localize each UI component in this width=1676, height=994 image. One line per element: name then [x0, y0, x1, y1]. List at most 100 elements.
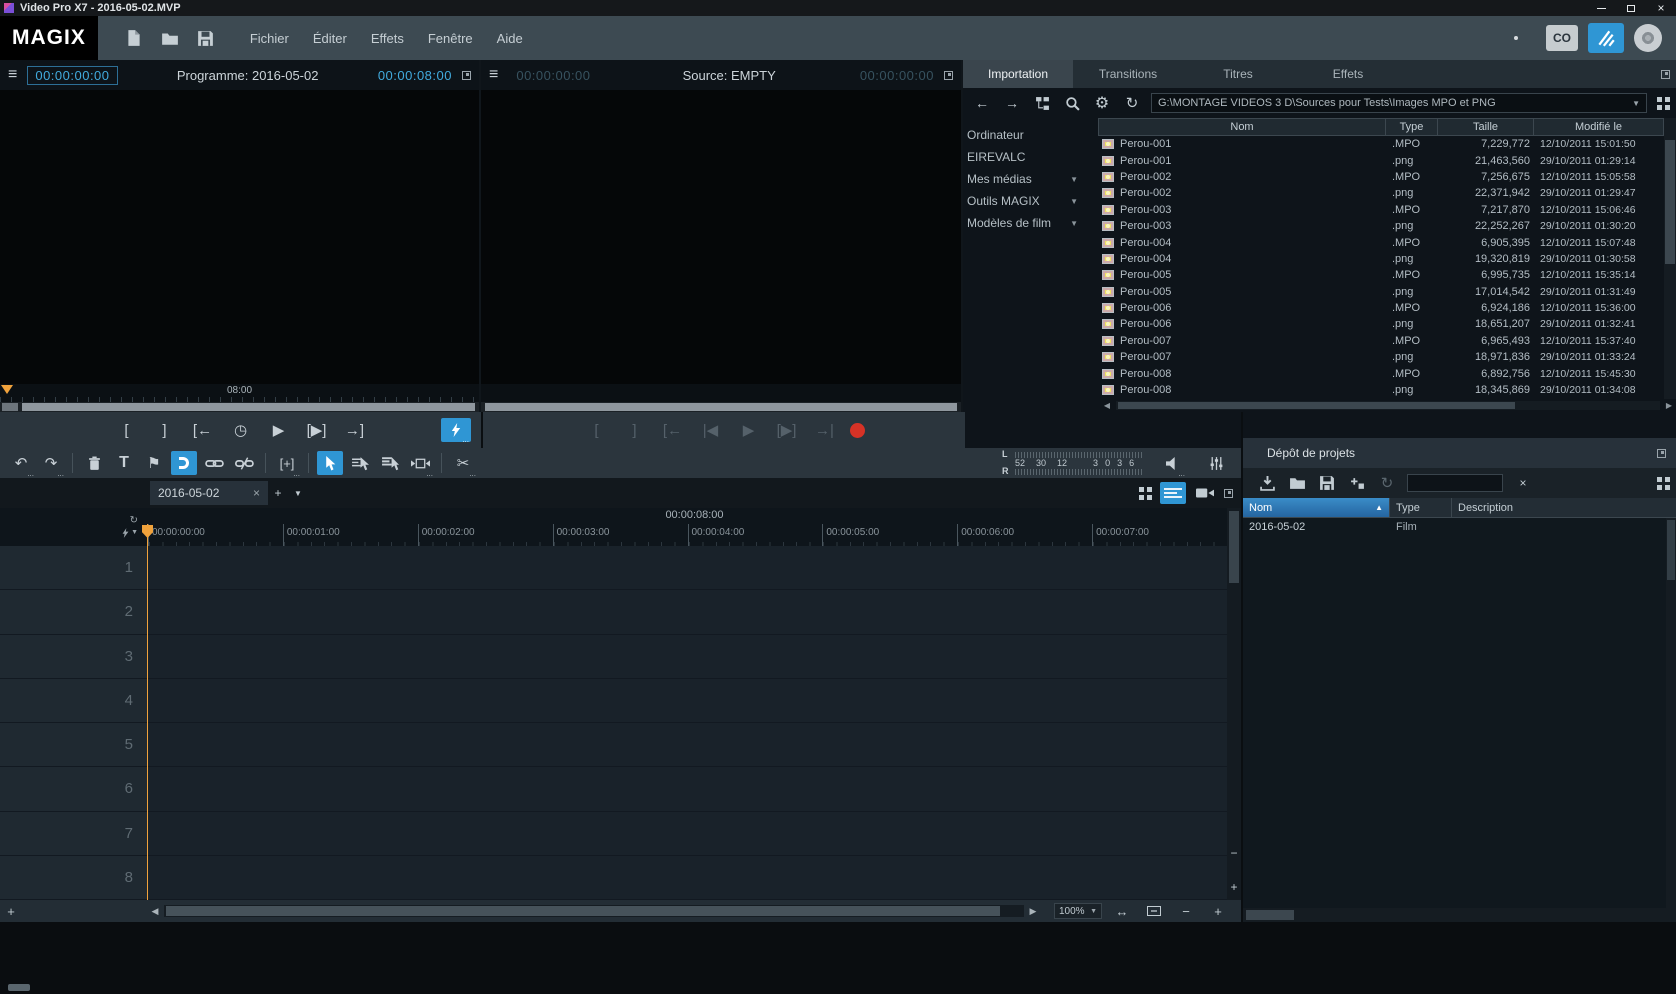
forward-button[interactable]: →: [1001, 93, 1023, 113]
menu-item[interactable]: Aide: [485, 25, 535, 52]
ungroup-button[interactable]: [231, 451, 257, 475]
file-row[interactable]: Perou-003 .MPO 7,217,870 12/10/2011 15:0…: [1098, 202, 1664, 218]
media-pool-panel-icon[interactable]: [1661, 70, 1670, 79]
path-dropdown[interactable]: G:\MONTAGE VIDEOS 3 D\Sources pour Tests…: [1151, 93, 1647, 113]
menu-item[interactable]: Fichier: [238, 25, 301, 52]
delete-button[interactable]: [81, 451, 107, 475]
file-list-vscrollbar[interactable]: [1664, 118, 1676, 399]
depot-display-options-icon[interactable]: [1657, 477, 1662, 482]
jump-to-end-button[interactable]: →]: [342, 418, 368, 442]
record-button[interactable]: [850, 423, 865, 438]
sidebar-item[interactable]: Mes médias ▼: [963, 168, 1098, 190]
storyboard-view-button[interactable]: [1196, 487, 1214, 499]
range-loop-icon[interactable]: ↻: [130, 516, 138, 526]
depot-clear-search-button[interactable]: ×: [1513, 472, 1533, 494]
mouse-mode-track-button[interactable]: [377, 451, 403, 475]
track-row[interactable]: 3: [0, 635, 1241, 679]
sidebar-item[interactable]: EIREVALC: [963, 146, 1098, 168]
track-number[interactable]: 5: [0, 723, 148, 766]
track-row[interactable]: 5: [0, 723, 1241, 767]
track-lane[interactable]: [148, 546, 1241, 589]
display-options-icon[interactable]: [1657, 97, 1662, 102]
track-number[interactable]: 1: [0, 546, 148, 589]
depot-add-project-button[interactable]: [1347, 472, 1367, 494]
track-number[interactable]: 2: [0, 590, 148, 633]
options-button[interactable]: ⚙: [1091, 93, 1113, 113]
volume-button[interactable]: [1159, 451, 1185, 475]
file-row[interactable]: Perou-005 .png 17,014,542 29/10/2011 01:…: [1098, 284, 1664, 300]
file-row[interactable]: Perou-006 .MPO 6,924,186 12/10/2011 15:3…: [1098, 300, 1664, 316]
jump-to-start-button[interactable]: [←: [190, 418, 216, 442]
refresh-button[interactable]: ↻: [1121, 93, 1143, 113]
column-header-taille[interactable]: Taille: [1438, 119, 1534, 135]
title-editor-button[interactable]: T: [111, 451, 137, 475]
ruler-scale[interactable]: 00:00:00:0000:00:01:0000:00:02:0000:00:0…: [148, 524, 1227, 546]
timeline-ruler[interactable]: ↻ ▼ 00:00:08:00 00:00:00:0000:00:01:0000…: [0, 508, 1241, 546]
timeline-hscrollbar[interactable]: ◀ ▶: [148, 905, 1040, 917]
track-lane[interactable]: [148, 590, 1241, 633]
depot-open-button[interactable]: [1287, 472, 1307, 494]
program-timecode[interactable]: 00:00:00:00: [27, 66, 117, 85]
program-hscroll-block[interactable]: [2, 403, 18, 411]
track-lane[interactable]: [148, 856, 1241, 899]
file-row[interactable]: Perou-001 .MPO 7,229,772 12/10/2011 15:0…: [1098, 136, 1664, 152]
depot-hscroll-thumb[interactable]: [1246, 910, 1294, 920]
back-button[interactable]: ←: [971, 93, 993, 113]
depot-panel-icon[interactable]: [1657, 449, 1666, 458]
file-row[interactable]: Perou-008 .MPO 6,892,756 12/10/2011 15:4…: [1098, 365, 1664, 381]
ruler-tick[interactable]: 00:00:03:00: [553, 524, 688, 546]
minimize-button[interactable]: [1586, 0, 1616, 16]
source-menu-icon[interactable]: ≡: [489, 66, 498, 84]
playhead-line[interactable]: [147, 524, 148, 900]
track-number[interactable]: 8: [0, 856, 148, 899]
tab-titres[interactable]: Titres: [1183, 60, 1293, 88]
add-track-button[interactable]: +: [2, 902, 20, 920]
close-tab-icon[interactable]: ×: [253, 486, 260, 500]
co-mode-button[interactable]: CO: [1546, 25, 1578, 51]
split-button[interactable]: ✂: [450, 451, 476, 475]
src-set-out-point-button[interactable]: ]: [622, 418, 648, 442]
edit-mode-button[interactable]: [1588, 23, 1624, 53]
depot-column-type[interactable]: Type: [1390, 498, 1452, 517]
hscroll-track[interactable]: [164, 905, 1024, 917]
vertical-zoom-out-button[interactable]: −: [1228, 846, 1240, 860]
stretch-mode-button[interactable]: [407, 451, 433, 475]
ruler-tick[interactable]: 00:00:07:00: [1092, 524, 1227, 546]
hscroll-track[interactable]: [1116, 401, 1660, 410]
menu-item[interactable]: Fenêtre: [416, 25, 485, 52]
group-button[interactable]: [201, 451, 227, 475]
track-lane[interactable]: [148, 723, 1241, 766]
zoom-in-button[interactable]: +: [1206, 902, 1230, 920]
depot-hscrollbar[interactable]: [1243, 908, 1676, 922]
tree-view-button[interactable]: [1031, 93, 1053, 113]
depot-vscroll-thumb[interactable]: [1667, 520, 1675, 580]
file-row[interactable]: Perou-008 .png 18,345,869 29/10/2011 01:…: [1098, 382, 1664, 398]
source-hscroll-thumb[interactable]: [485, 403, 957, 411]
ruler-tick[interactable]: 00:00:05:00: [822, 524, 957, 546]
program-hscroll-thumb[interactable]: [22, 403, 475, 411]
new-project-button[interactable]: [118, 23, 150, 53]
track-number[interactable]: 7: [0, 812, 148, 855]
source-hscrollbar[interactable]: [481, 402, 961, 412]
scene-view-icon[interactable]: [1139, 487, 1144, 492]
sidebar-item[interactable]: Outils MAGIX ▼: [963, 190, 1098, 212]
file-list-vscroll-thumb[interactable]: [1665, 140, 1675, 264]
project-tab[interactable]: 2016-05-02 ×: [150, 481, 268, 505]
depot-column-nom[interactable]: Nom ▲: [1243, 498, 1390, 517]
play-range-button[interactable]: [▶]: [304, 418, 330, 442]
file-row[interactable]: Perou-004 .png 19,320,819 29/10/2011 01:…: [1098, 251, 1664, 267]
open-project-button[interactable]: [154, 23, 186, 53]
set-out-point-button[interactable]: ]: [152, 418, 178, 442]
add-tab-button[interactable]: +: [268, 482, 288, 504]
track-row[interactable]: 4: [0, 679, 1241, 723]
track-lane[interactable]: [148, 679, 1241, 722]
track-row[interactable]: 7: [0, 812, 1241, 856]
tab-effets[interactable]: Effets: [1293, 60, 1403, 88]
track-number[interactable]: 6: [0, 767, 148, 810]
zoom-level-select[interactable]: 100% ▼: [1054, 903, 1102, 919]
depot-search-input[interactable]: [1407, 474, 1503, 492]
src-jump-to-end-button[interactable]: →|: [812, 418, 838, 442]
file-row[interactable]: Perou-006 .png 18,651,207 29/10/2011 01:…: [1098, 316, 1664, 332]
chevron-down-icon[interactable]: ▼: [1070, 219, 1078, 228]
track-lane[interactable]: [148, 767, 1241, 810]
